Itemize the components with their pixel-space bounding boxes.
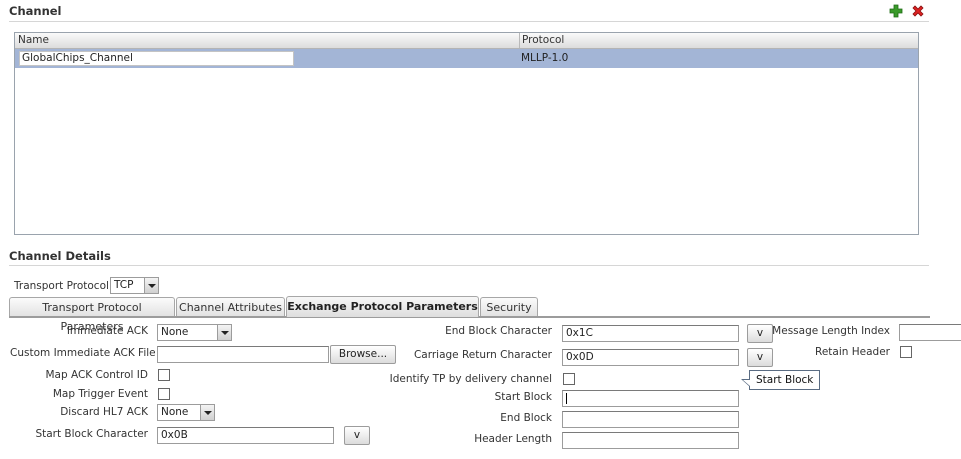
discard-hl7-ack-select[interactable]: None — [157, 404, 215, 421]
tab-security[interactable]: Security — [480, 297, 538, 317]
start-block-character-input[interactable]: 0x0B — [157, 427, 334, 444]
carriage-return-character-input[interactable]: 0x0D — [562, 349, 739, 366]
end-block-label: End Block — [500, 412, 552, 424]
immediate-ack-label: Immediate ACK — [66, 325, 148, 337]
header-length-input[interactable] — [562, 432, 739, 449]
immediate-ack-select[interactable]: None — [157, 324, 232, 341]
channel-table: Name Protocol GlobalChips_Channel MLLP-1… — [14, 32, 919, 235]
message-length-index-input[interactable] — [899, 324, 961, 341]
map-ack-control-id-label: Map ACK Control ID — [45, 369, 148, 381]
column-header-name[interactable]: Name — [18, 34, 49, 46]
tab-transport-protocol-parameters[interactable]: Transport Protocol Parameters — [9, 297, 175, 333]
header-length-label: Header Length — [474, 433, 552, 445]
map-trigger-event-label: Map Trigger Event — [52, 388, 148, 400]
transport-protocol-select[interactable]: TCP — [110, 277, 159, 294]
channel-section-title: Channel — [9, 4, 62, 18]
channel-details-title: Channel Details — [9, 249, 111, 263]
retain-header-label: Retain Header — [815, 346, 890, 358]
table-row[interactable]: GlobalChips_Channel MLLP-1.0 — [15, 49, 918, 68]
start-block-tooltip: Start Block — [741, 370, 820, 390]
message-length-index-label: Message Length Index — [772, 325, 890, 337]
chevron-down-icon — [144, 278, 158, 293]
table-header: Name Protocol — [15, 33, 918, 49]
tab-channel-attributes[interactable]: Channel Attributes — [176, 297, 285, 317]
start-block-label: Start Block — [494, 391, 552, 403]
immediate-ack-value: None — [161, 326, 189, 338]
custom-ack-file-input[interactable] — [157, 346, 329, 363]
end-block-input[interactable] — [562, 411, 739, 428]
end-block-character-input[interactable]: 0x1C — [562, 325, 739, 342]
transport-protocol-label: Transport Protocol — [14, 280, 109, 292]
identify-tp-checkbox[interactable] — [563, 373, 575, 385]
transport-protocol-value: TCP — [114, 279, 134, 291]
map-trigger-event-checkbox[interactable] — [158, 388, 170, 400]
delete-x-icon[interactable] — [911, 4, 925, 18]
column-header-protocol[interactable]: Protocol — [522, 34, 564, 46]
text-cursor — [566, 392, 567, 404]
channel-name-cell[interactable]: GlobalChips_Channel — [19, 51, 294, 66]
discard-hl7-ack-value: None — [161, 406, 189, 418]
start-block-input[interactable] — [562, 390, 739, 407]
carriage-return-character-label: Carriage Return Character — [413, 349, 552, 361]
retain-header-checkbox[interactable] — [900, 346, 912, 358]
end-block-character-label: End Block Character — [445, 325, 552, 337]
custom-ack-file-label: Custom Immediate ACK File — [10, 347, 156, 359]
discard-hl7-ack-label: Discard HL7 ACK — [60, 406, 148, 418]
tab-exchange-protocol-parameters[interactable]: Exchange Protocol Parameters — [286, 296, 479, 317]
channel-protocol-cell: MLLP-1.0 — [521, 52, 569, 64]
chevron-down-icon — [217, 325, 231, 340]
identify-tp-label: Identify TP by delivery channel — [389, 373, 552, 385]
map-ack-control-id-checkbox[interactable] — [158, 369, 170, 381]
chevron-down-icon — [200, 405, 214, 420]
plus-icon[interactable] — [889, 4, 903, 18]
start-block-character-button[interactable]: v — [344, 426, 370, 445]
start-block-character-label: Start Block Character — [35, 428, 148, 440]
